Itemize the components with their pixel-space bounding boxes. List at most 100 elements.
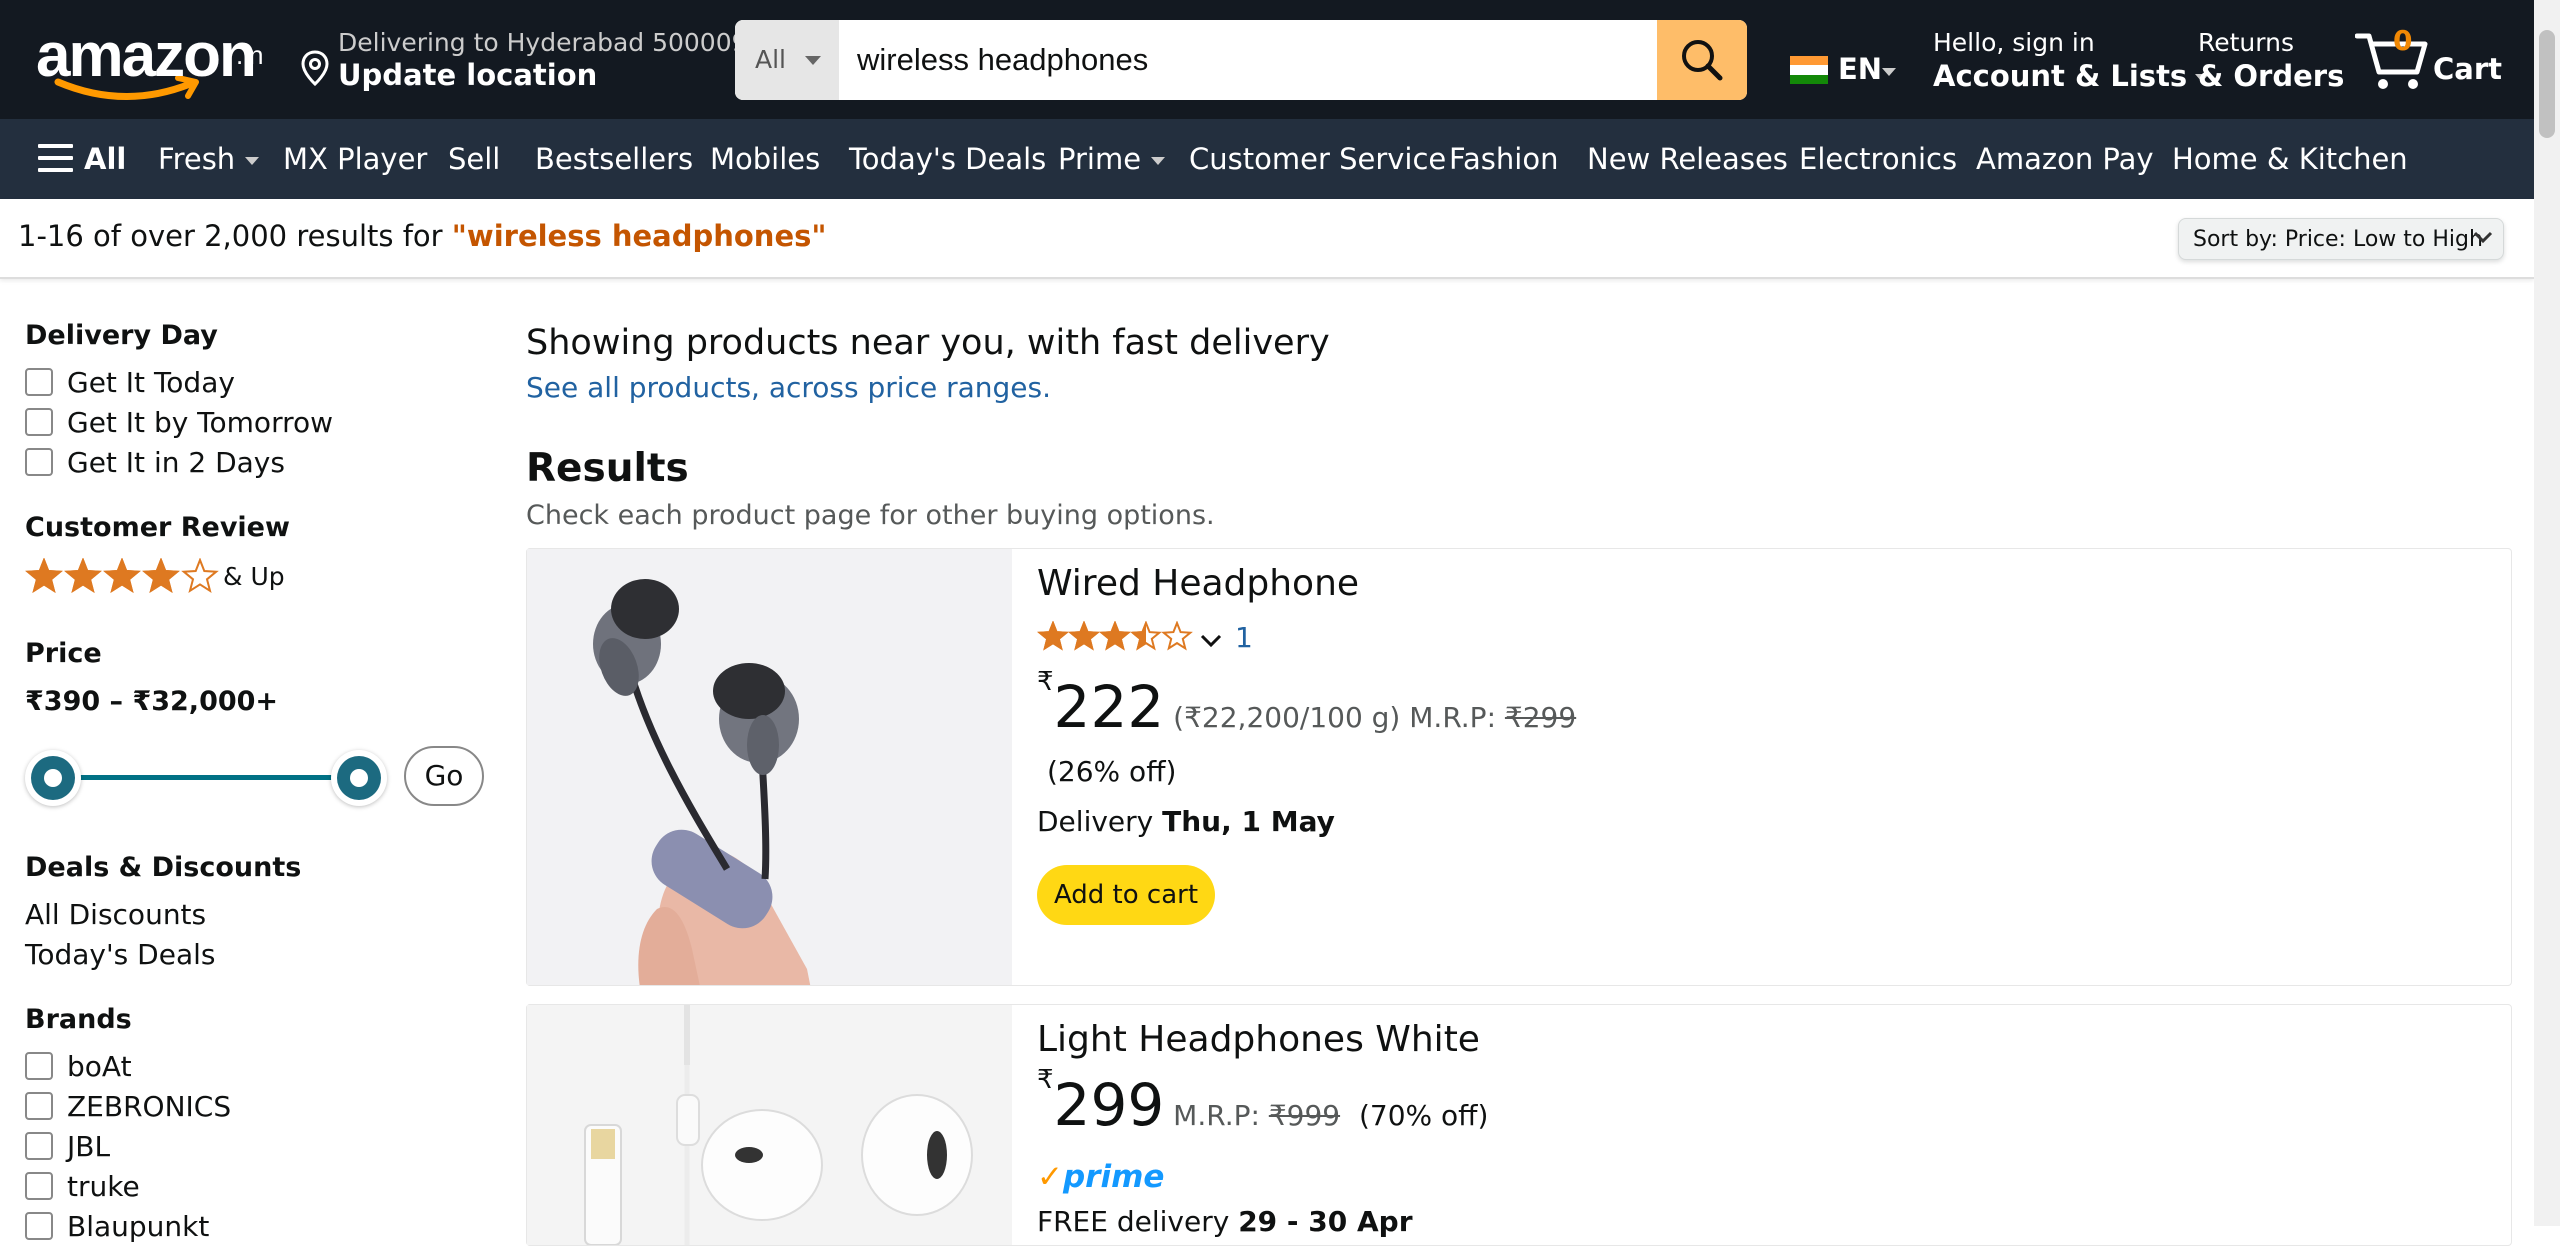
product-rating[interactable]: 1 bbox=[1037, 620, 1253, 659]
checkbox[interactable] bbox=[25, 1132, 53, 1160]
star-filled bbox=[64, 557, 102, 594]
todays-deals-link[interactable]: Today's Deals bbox=[25, 938, 215, 971]
price-slider[interactable] bbox=[25, 748, 387, 808]
page-scrollbar[interactable] bbox=[2534, 0, 2560, 1226]
review-filter-4-up[interactable]: & Up bbox=[25, 557, 285, 602]
delivery-info: FREE delivery 29 - 30 Apr bbox=[1037, 1205, 1413, 1238]
checkbox[interactable] bbox=[25, 448, 53, 476]
search-icon bbox=[1682, 40, 1723, 81]
all-discounts-link[interactable]: All Discounts bbox=[25, 898, 206, 931]
sort-dropdown[interactable]: Sort by: Price: Low to High bbox=[2178, 218, 2504, 260]
chevron-down-icon bbox=[1200, 634, 1222, 648]
amazon-logo[interactable]: amazon .in bbox=[36, 18, 266, 108]
delivery-label: FREE delivery bbox=[1037, 1205, 1239, 1238]
nav-item-bestsellers[interactable]: Bestsellers bbox=[535, 119, 693, 199]
returns-orders-link[interactable]: Returns & Orders bbox=[2198, 28, 2344, 93]
location-pin-icon bbox=[301, 50, 329, 86]
mrp-value: ₹299 bbox=[1504, 701, 1577, 734]
all-menu-button[interactable]: All bbox=[38, 119, 126, 199]
star-outline bbox=[181, 557, 219, 594]
customer-review-heading: Customer Review bbox=[25, 512, 290, 543]
nav-item-prime[interactable]: Prime bbox=[1058, 119, 1166, 199]
delivery-info: Delivery Thu, 1 May bbox=[1037, 805, 1335, 838]
nav-item-sell[interactable]: Sell bbox=[448, 119, 500, 199]
star-filled bbox=[25, 557, 63, 594]
checkbox[interactable] bbox=[25, 368, 53, 396]
nav-item-label: Fresh bbox=[158, 142, 236, 176]
mrp-value: ₹999 bbox=[1268, 1099, 1341, 1132]
search-results-main: Showing products near you, with fast del… bbox=[500, 278, 2534, 1246]
cart-button[interactable]: 0 Cart bbox=[2355, 24, 2515, 94]
discount-percent: (26% off) bbox=[1047, 755, 1177, 788]
chevron-down-icon bbox=[245, 157, 260, 165]
add-to-cart-button[interactable]: Add to cart bbox=[1037, 865, 1215, 925]
checkbox[interactable] bbox=[25, 1172, 53, 1200]
product-title[interactable]: Light Headphones White bbox=[1037, 1019, 1480, 1060]
search-bar: All bbox=[735, 20, 1747, 100]
delivery-day-heading: Delivery Day bbox=[25, 320, 218, 351]
search-category-dropdown[interactable]: All bbox=[735, 20, 839, 100]
search-input[interactable] bbox=[839, 20, 1639, 100]
nav-item-fashion[interactable]: Fashion bbox=[1449, 119, 1558, 199]
product-card: Wired Headphone 1 ₹222 (₹22,200/100 g) M… bbox=[526, 548, 2512, 986]
filter-sidebar: Delivery Day Get It Today Get It by Tomo… bbox=[0, 278, 500, 1243]
account-lists-label: Account & Lists bbox=[1933, 59, 2188, 93]
product-price: ₹299 M.R.P: ₹999 (70% off) bbox=[1037, 1065, 1489, 1139]
deals-discounts-heading: Deals & Discounts bbox=[25, 852, 302, 883]
price-amount: 299 bbox=[1053, 1071, 1165, 1139]
nav-item-home-kitchen[interactable]: Home & Kitchen bbox=[2172, 119, 2408, 199]
search-button[interactable] bbox=[1657, 20, 1747, 100]
account-menu[interactable]: Hello, sign in Account & Lists bbox=[1933, 28, 2210, 93]
earphones-product-image bbox=[527, 1005, 1012, 1245]
product-image-wired-headphone[interactable] bbox=[527, 549, 1012, 985]
nav-item-mx-player[interactable]: MX Player bbox=[283, 119, 427, 199]
discount-percent: (70% off) bbox=[1358, 1099, 1489, 1132]
checkbox-label: Blaupunkt bbox=[67, 1210, 210, 1243]
price-go-button[interactable]: Go bbox=[404, 746, 484, 806]
star-filled bbox=[1068, 620, 1100, 651]
checkbox[interactable] bbox=[25, 1052, 53, 1080]
nav-item-fresh[interactable]: Fresh bbox=[158, 119, 260, 199]
nav-item-amazon-pay[interactable]: Amazon Pay bbox=[1976, 119, 2154, 199]
see-all-products-link[interactable]: See all products, across price ranges. bbox=[526, 371, 1051, 404]
delivery-date: Thu, 1 May bbox=[1162, 805, 1335, 838]
mrp-label: M.R.P: bbox=[1173, 1099, 1260, 1132]
prime-check-icon: ✓ bbox=[1037, 1159, 1063, 1195]
all-menu-label: All bbox=[84, 142, 127, 176]
star-filled bbox=[142, 557, 180, 594]
delivery-label: Delivery bbox=[1037, 805, 1163, 838]
unit-price: (₹22,200/100 g) bbox=[1173, 701, 1401, 734]
price-slider-max-handle[interactable] bbox=[331, 750, 387, 806]
secondary-nav-bar: All Fresh MX Player Sell Bestsellers Mob… bbox=[0, 119, 2534, 199]
nav-item-electronics[interactable]: Electronics bbox=[1799, 119, 1957, 199]
rating-count-link[interactable]: 1 bbox=[1235, 621, 1253, 654]
price-heading: Price bbox=[25, 638, 102, 669]
price-slider-min-handle[interactable] bbox=[25, 750, 81, 806]
product-card: Light Headphones White ₹299 M.R.P: ₹999 … bbox=[526, 1004, 2512, 1246]
cart-label: Cart bbox=[2433, 52, 2503, 86]
returns-label: Returns bbox=[2198, 28, 2294, 57]
product-image-light-headphones[interactable] bbox=[527, 1005, 1012, 1245]
checkbox-label: ZEBRONICS bbox=[67, 1090, 232, 1123]
language-label: EN bbox=[1838, 52, 1883, 86]
update-location-link[interactable]: Update location bbox=[338, 58, 597, 92]
checkbox-label: Get It by Tomorrow bbox=[67, 406, 334, 439]
nav-item-customer-service[interactable]: Customer Service bbox=[1189, 119, 1446, 199]
checkbox-label: boAt bbox=[67, 1050, 132, 1083]
nav-item-todays-deals[interactable]: Today's Deals bbox=[849, 119, 1046, 199]
checkbox[interactable] bbox=[25, 1092, 53, 1120]
prime-badge: ✓prime bbox=[1037, 1159, 1164, 1195]
star-filled bbox=[1099, 620, 1131, 651]
nav-item-mobiles[interactable]: Mobiles bbox=[710, 119, 820, 199]
price-amount: 222 bbox=[1053, 673, 1165, 741]
checkbox[interactable] bbox=[25, 1212, 53, 1240]
star-filled bbox=[103, 557, 141, 594]
checkbox[interactable] bbox=[25, 408, 53, 436]
review-suffix: & Up bbox=[223, 562, 285, 591]
hamburger-menu-icon bbox=[38, 144, 73, 174]
top-nav-bar: amazon .in Delivering to Hyderabad 50000… bbox=[0, 0, 2534, 119]
checkbox-label: JBL bbox=[67, 1130, 111, 1163]
nav-item-new-releases[interactable]: New Releases bbox=[1587, 119, 1788, 199]
scrollbar-thumb[interactable] bbox=[2539, 30, 2555, 138]
product-title[interactable]: Wired Headphone bbox=[1037, 563, 1359, 604]
